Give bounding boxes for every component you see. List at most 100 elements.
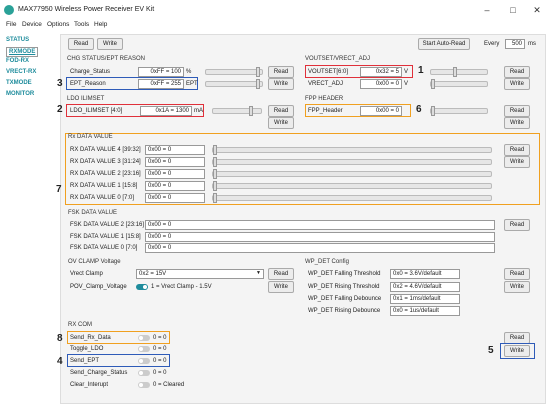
rxdata-value-4[interactable]: 0x00 = 0: [145, 145, 205, 155]
rxdata-value-2[interactable]: 0x00 = 0: [145, 169, 205, 179]
slider-thumb[interactable]: [256, 67, 260, 77]
ov-read-button[interactable]: Read: [268, 268, 294, 280]
slider-thumb[interactable]: [213, 157, 217, 167]
rxdata-slider-1[interactable]: [212, 181, 492, 191]
ov-write-button[interactable]: Write: [268, 281, 294, 293]
wpdet-read-button[interactable]: Read: [504, 268, 530, 280]
vout-read-button[interactable]: Read: [504, 66, 530, 78]
rxdata-slider-2[interactable]: [212, 169, 492, 179]
vrect-clamp-select[interactable]: 0x2 = 15V: [136, 269, 264, 279]
interval-input[interactable]: 500: [505, 39, 525, 49]
ldo-write-button[interactable]: Write: [268, 117, 294, 129]
wpdet-select-3[interactable]: 0x0 = 1us/default: [390, 306, 460, 316]
send-charge-status-value: 0 = 0: [153, 370, 167, 376]
send-charge-status-toggle[interactable]: [138, 370, 150, 376]
wpdet-label-1: WP_DET Rising Threshold: [308, 284, 380, 290]
slider-thumb[interactable]: [249, 106, 253, 116]
voutset-value[interactable]: 0x32 = 5: [360, 67, 402, 77]
rxdata-write-button[interactable]: Write: [504, 156, 530, 168]
ldo-ilimset-slider[interactable]: [212, 106, 262, 116]
toggle-ldo-label: Toggle_LDO: [70, 346, 104, 352]
rxdata-slider-3[interactable]: [212, 157, 492, 167]
ov-section-title: OV CLAMP Voltage: [68, 259, 121, 265]
maximize-icon[interactable]: □: [506, 4, 520, 16]
vrect-adj-value[interactable]: 0x00 = 0: [360, 79, 402, 89]
rxdata-label-3: RX DATA VALUE 3 [31:24]: [70, 159, 141, 165]
slider-thumb[interactable]: [453, 67, 457, 77]
charge-status-unit: %: [186, 69, 192, 75]
toolbar-read-button[interactable]: Read: [68, 38, 94, 50]
send-rx-data-toggle[interactable]: [138, 335, 150, 341]
rxdata-slider-4[interactable]: [212, 145, 492, 155]
vrect-adj-slider[interactable]: [430, 79, 488, 89]
fsk-value-1[interactable]: 0x00 = 0: [145, 232, 495, 242]
menu-options[interactable]: Options: [47, 21, 69, 28]
charge-status-slider[interactable]: [205, 67, 263, 77]
charge-status-value[interactable]: 0xFF = 100: [138, 67, 184, 77]
rxcom-write-button[interactable]: Write: [504, 345, 530, 357]
fsk-read-button[interactable]: Read: [504, 219, 530, 231]
fpp-section-title: FPP HEADER: [305, 96, 344, 102]
window-title: MAX77950 Wireless Power Receiver EV Kit: [18, 6, 155, 13]
sidebar-item-status[interactable]: STATUS: [6, 37, 29, 43]
sidebar-item-monitor[interactable]: MONITOR: [6, 91, 34, 97]
slider-thumb[interactable]: [431, 79, 435, 89]
wpdet-selected-0: 0x0 = 3.6V/default: [393, 271, 442, 277]
voutset-slider[interactable]: [430, 67, 488, 77]
fsk-value-0[interactable]: 0x00 = 0: [145, 243, 495, 253]
sidebar-item-txmode[interactable]: TXMODE: [6, 80, 32, 86]
clear-interupt-value: 0 = Cleared: [153, 382, 185, 388]
menu-file[interactable]: File: [6, 21, 16, 28]
slider-thumb[interactable]: [213, 145, 217, 155]
slider-thumb[interactable]: [256, 79, 260, 89]
menu-device[interactable]: Device: [22, 21, 42, 28]
clear-interupt-toggle[interactable]: [138, 382, 150, 388]
sidebar-item-fod-rx[interactable]: FOD-RX: [6, 58, 29, 64]
callout-number-1: 1: [418, 65, 424, 76]
close-icon[interactable]: ✕: [530, 4, 544, 16]
start-auto-read-button[interactable]: Start Auto-Read: [418, 38, 470, 50]
rxdata-label-4: RX DATA VALUE 4 [39:32]: [70, 147, 141, 153]
slider-thumb[interactable]: [431, 106, 435, 116]
ept-reason-value[interactable]: 0xFF = 255: [138, 79, 184, 89]
slider-thumb[interactable]: [213, 181, 217, 191]
send-ept-toggle[interactable]: [138, 358, 150, 364]
ldo-read-button[interactable]: Read: [268, 105, 294, 117]
rxdata-value-3[interactable]: 0x00 = 0: [145, 157, 205, 167]
fpp-header-value[interactable]: 0x00 = 0: [360, 106, 402, 116]
send-charge-status-label: Send_Charge_Status: [70, 370, 128, 376]
toggle-ldo-toggle[interactable]: [138, 346, 150, 352]
fpp-write-button[interactable]: Write: [504, 117, 530, 129]
rxdata-value-0[interactable]: 0x00 = 0: [145, 193, 205, 203]
wpdet-select-2[interactable]: 0x1 = 1ms/default: [390, 294, 460, 304]
wpdet-label-0: WP_DET Falling Threshold: [308, 271, 381, 277]
ept-reason-slider[interactable]: [205, 79, 263, 89]
fsk-value-2[interactable]: 0x00 = 0: [145, 220, 495, 230]
minimize-icon[interactable]: –: [480, 4, 494, 16]
every-label: Every: [484, 41, 500, 47]
rxdata-slider-0[interactable]: [212, 193, 492, 203]
sidebar-item-vrect-rx[interactable]: VRECT-RX: [6, 69, 36, 75]
slider-thumb[interactable]: [213, 193, 217, 203]
wpdet-select-0[interactable]: 0x0 = 3.6V/default: [390, 269, 460, 279]
vout-write-button[interactable]: Write: [504, 78, 530, 90]
pov-clamp-toggle[interactable]: [136, 284, 148, 290]
ldo-ilimset-value[interactable]: 0x1A = 1300: [140, 106, 192, 116]
chg-read-button[interactable]: Read: [268, 66, 294, 78]
toolbar-write-button[interactable]: Write: [97, 38, 123, 50]
rxdata-value-1[interactable]: 0x00 = 0: [145, 181, 205, 191]
wpdet-select-1[interactable]: 0x2 = 4.6V/default: [390, 282, 460, 292]
chg-write-button[interactable]: Write: [268, 78, 294, 90]
slider-thumb[interactable]: [213, 169, 217, 179]
wpdet-label-3: WP_DET Rising Debounce: [308, 308, 381, 314]
menu-tools[interactable]: Tools: [74, 21, 89, 28]
wpdet-write-button[interactable]: Write: [504, 281, 530, 293]
fpp-header-slider[interactable]: [430, 106, 488, 116]
rxdata-read-button[interactable]: Read: [504, 144, 530, 156]
toggle-knob: [139, 383, 143, 387]
sidebar-item-rxmode[interactable]: RXMODE: [6, 47, 39, 57]
chevron-down-icon: ▼: [256, 270, 261, 276]
callout-number-6: 6: [416, 104, 422, 115]
fpp-read-button[interactable]: Read: [504, 105, 530, 117]
menu-help[interactable]: Help: [94, 21, 107, 28]
